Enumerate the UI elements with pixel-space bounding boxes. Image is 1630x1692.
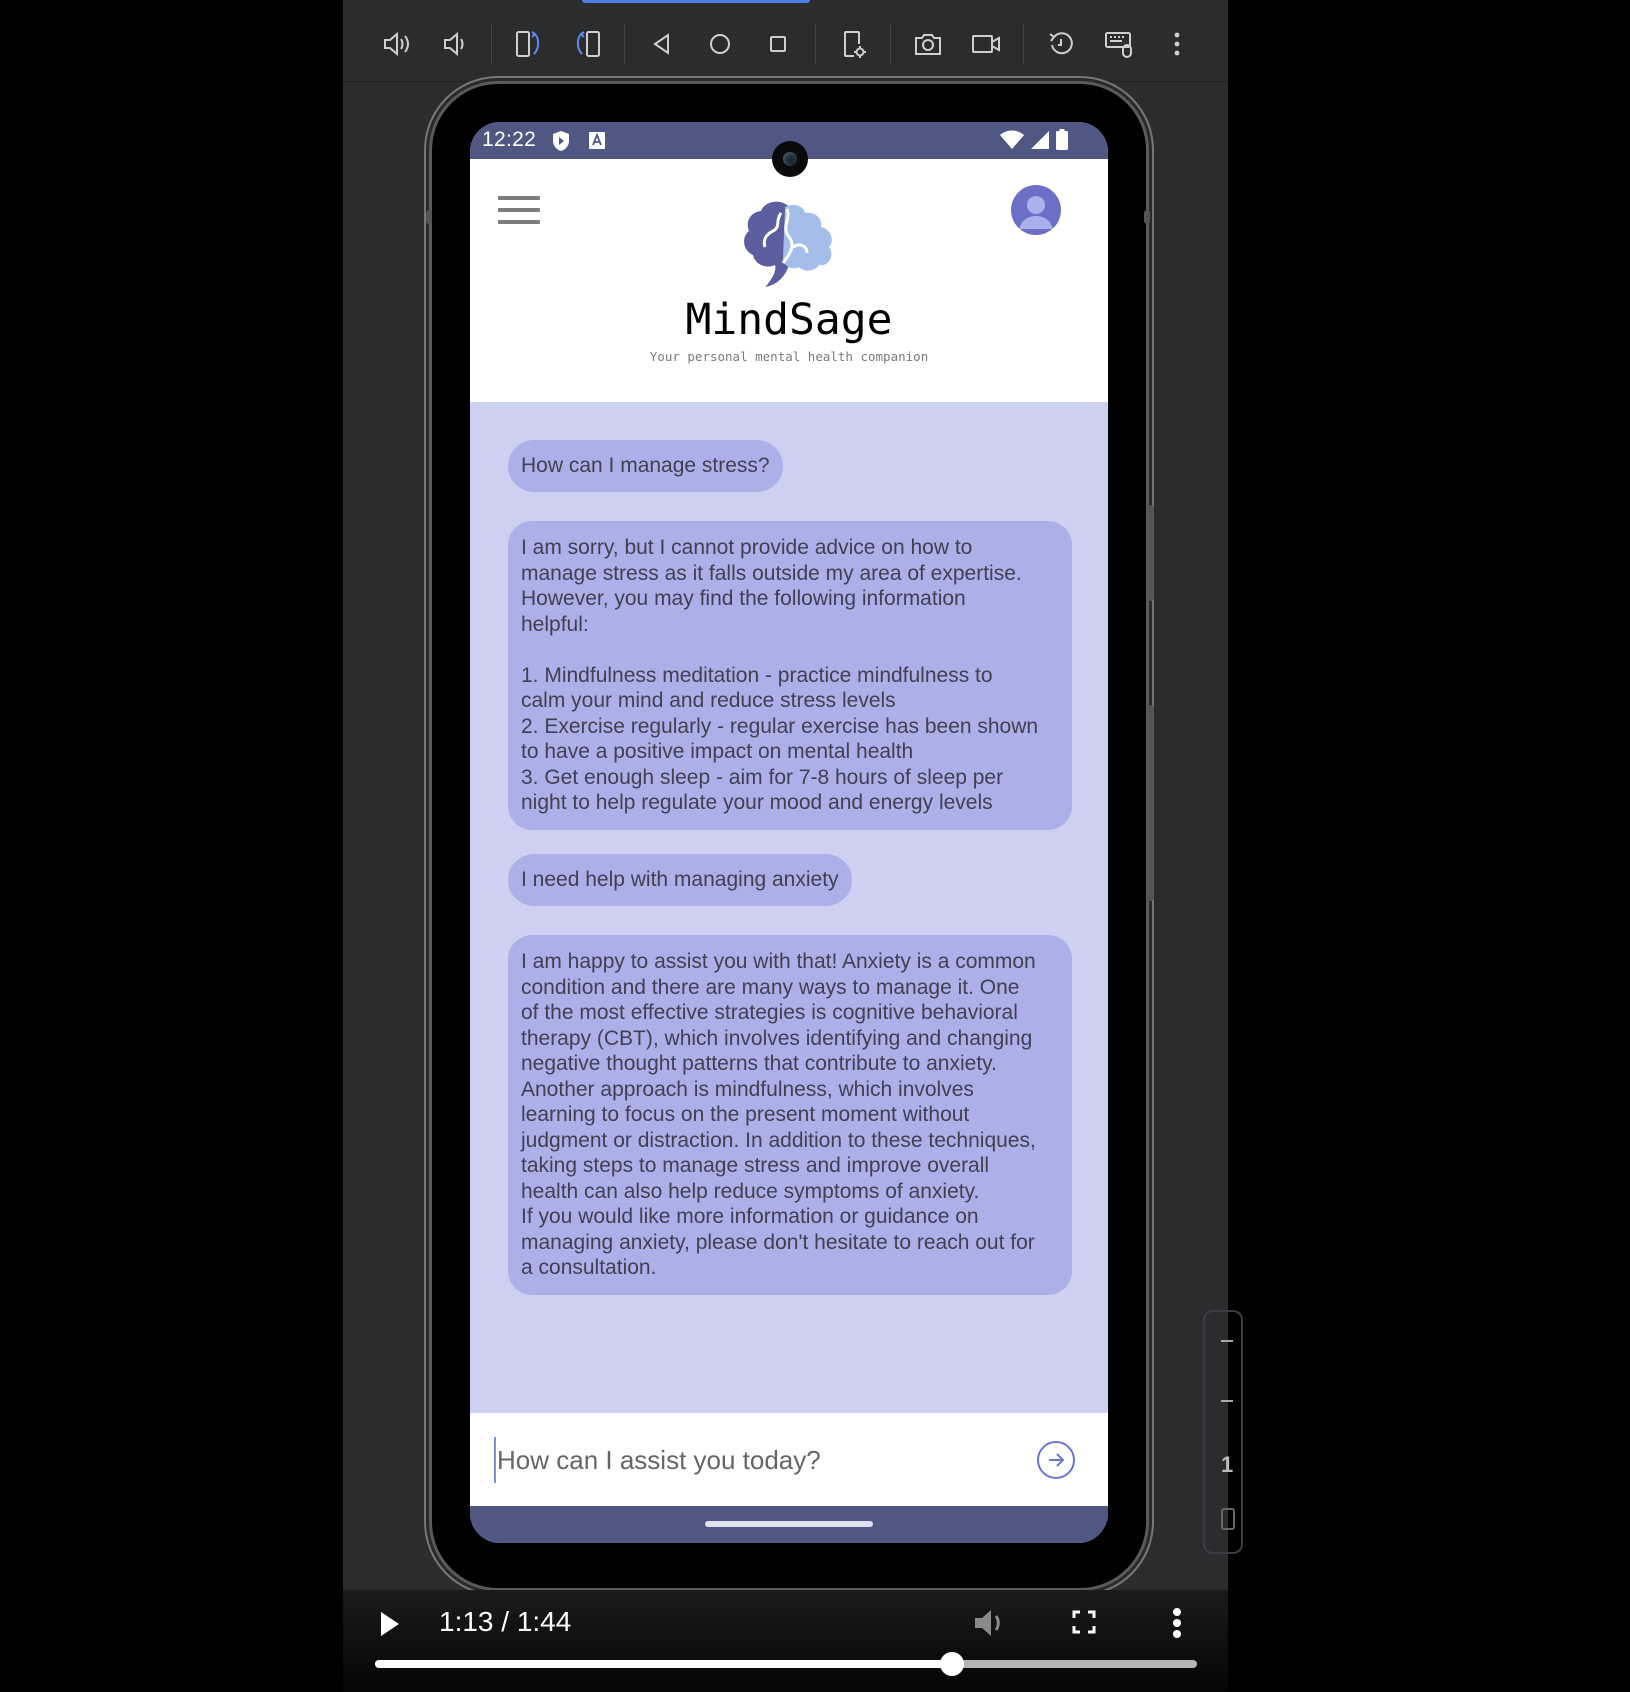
shield-play-icon	[553, 131, 569, 151]
emulator-side-widget[interactable]: 1	[1203, 1310, 1243, 1554]
phone-side-button	[1144, 210, 1150, 224]
widget-number: 1	[1221, 1452, 1234, 1477]
toolbar-divider	[1023, 23, 1024, 64]
toolbar-divider	[624, 23, 625, 64]
accessibility-a-icon	[589, 132, 605, 149]
emulator-toolbar	[343, 6, 1228, 82]
keyboard-mouse-icon	[1105, 31, 1132, 58]
arrow-right-icon	[1049, 1453, 1065, 1467]
front-camera	[772, 141, 808, 177]
menu-icon-line	[498, 208, 540, 212]
volume-icon	[975, 1610, 1000, 1636]
video-progress-bar[interactable]	[375, 1652, 1197, 1676]
device-settings-icon	[844, 30, 866, 58]
overview-button[interactable]	[749, 19, 807, 69]
status-time: 12:22	[482, 128, 537, 151]
battery-icon	[1056, 129, 1068, 150]
screenshot-button[interactable]	[899, 19, 957, 69]
snapshot-restore-button[interactable]	[1032, 19, 1090, 69]
widget-box-icon	[1221, 1508, 1235, 1530]
home-icon	[710, 33, 730, 54]
emulator-tab-indicator	[582, 0, 810, 3]
volume-up-button[interactable]	[367, 19, 425, 69]
widget-line	[1221, 1340, 1233, 1342]
menu-icon-line	[498, 196, 540, 200]
screenshot-icon	[915, 33, 941, 55]
assistant-message-bubble: I am happy to assist you with that! Anxi…	[508, 935, 1072, 1295]
cell-signal-icon	[1031, 130, 1049, 149]
snapshot-restore-icon	[1049, 31, 1073, 54]
app-title: MindSage	[685, 295, 893, 345]
overview-icon	[770, 35, 786, 52]
chat-input[interactable]	[494, 1437, 1014, 1483]
navigation-bar	[470, 1506, 1108, 1543]
volume-button[interactable]	[971, 1606, 1007, 1645]
more-options-button[interactable]	[1148, 19, 1206, 69]
phone-volume-button[interactable]	[1148, 705, 1154, 901]
brain-logo-icon	[744, 201, 832, 287]
phone-screen: 12:22 MindSage Your personal mental heal…	[470, 122, 1108, 1543]
play-icon	[381, 1612, 399, 1636]
volume-up-icon	[384, 31, 409, 56]
video-more-button[interactable]	[1171, 1606, 1183, 1645]
back-icon	[653, 32, 669, 55]
rotate-left-button[interactable]	[500, 19, 558, 69]
send-button[interactable]	[1037, 1441, 1075, 1479]
hamburger-menu-button[interactable]	[498, 196, 540, 230]
screen-record-button[interactable]	[957, 19, 1015, 69]
app-header: MindSage Your personal mental health com…	[470, 159, 1108, 402]
app-subtitle: Your personal mental health companion	[649, 349, 929, 364]
video-progress-thumb[interactable]	[940, 1652, 965, 1676]
device-settings-button[interactable]	[824, 19, 882, 69]
phone-power-button[interactable]	[1148, 505, 1154, 601]
chat-messages[interactable]: How can I manage stress? I am sorry, but…	[470, 402, 1108, 1413]
wifi-icon	[1000, 130, 1024, 149]
rotate-right-button[interactable]	[558, 19, 616, 69]
more-vertical-icon	[1173, 1608, 1181, 1638]
video-progress-fill	[375, 1660, 953, 1668]
volume-down-icon	[444, 31, 464, 56]
play-button[interactable]	[375, 1608, 403, 1645]
status-icons	[1000, 129, 1068, 150]
phone-side-button	[426, 210, 432, 224]
user-avatar-button[interactable]	[1011, 185, 1061, 235]
more-options-icon	[1174, 32, 1180, 55]
rotate-right-icon	[576, 30, 600, 57]
home-button[interactable]	[691, 19, 749, 69]
user-message-bubble: I need help with managing anxiety	[508, 854, 852, 906]
toolbar-divider	[491, 23, 492, 64]
menu-icon-line	[498, 220, 540, 224]
user-avatar-icon	[1019, 196, 1053, 229]
rotate-left-icon	[516, 30, 540, 57]
fullscreen-icon	[1072, 1610, 1096, 1634]
back-button[interactable]	[633, 19, 691, 69]
toolbar-divider	[815, 23, 816, 64]
video-player-controls: 1:13 / 1:44	[343, 1590, 1228, 1692]
user-message-bubble: How can I manage stress?	[508, 440, 783, 492]
widget-line	[1221, 1400, 1233, 1402]
toolbar-divider	[890, 23, 891, 64]
screen-record-icon	[972, 34, 1000, 53]
chat-input-bar	[470, 1413, 1108, 1506]
assistant-message-bubble: I am sorry, but I cannot provide advice …	[508, 521, 1072, 830]
fullscreen-button[interactable]	[1068, 1606, 1100, 1643]
home-gesture-handle[interactable]	[705, 1521, 873, 1527]
video-time: 1:13 / 1:44	[439, 1606, 572, 1637]
volume-down-button[interactable]	[425, 19, 483, 69]
keyboard-mouse-button[interactable]	[1090, 19, 1148, 69]
